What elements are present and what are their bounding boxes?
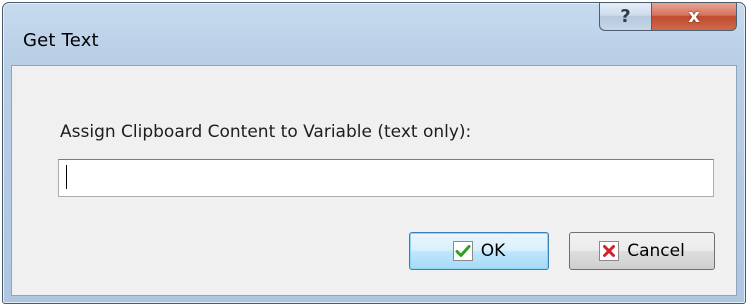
dialog-window: Get Text ? x Assign Clipboard Content to… — [2, 2, 746, 304]
caption-buttons: ? x — [599, 3, 737, 33]
cancel-label: Cancel — [627, 241, 685, 261]
title-bar[interactable]: Get Text ? x — [3, 3, 745, 65]
checkmark-icon — [452, 241, 473, 261]
window-title: Get Text — [23, 30, 99, 51]
text-caret — [66, 165, 67, 189]
help-button[interactable]: ? — [599, 3, 651, 31]
prompt-label: Assign Clipboard Content to Variable (te… — [60, 122, 472, 142]
close-icon: x — [688, 6, 700, 27]
dialog-body: Assign Clipboard Content to Variable (te… — [11, 65, 737, 296]
ok-button[interactable]: OK — [409, 232, 549, 270]
close-button[interactable]: x — [651, 3, 737, 31]
cancel-button[interactable]: Cancel — [569, 232, 715, 270]
variable-input[interactable] — [58, 159, 714, 197]
x-icon — [599, 241, 620, 261]
help-icon: ? — [620, 6, 631, 27]
ok-label: OK — [480, 241, 506, 261]
